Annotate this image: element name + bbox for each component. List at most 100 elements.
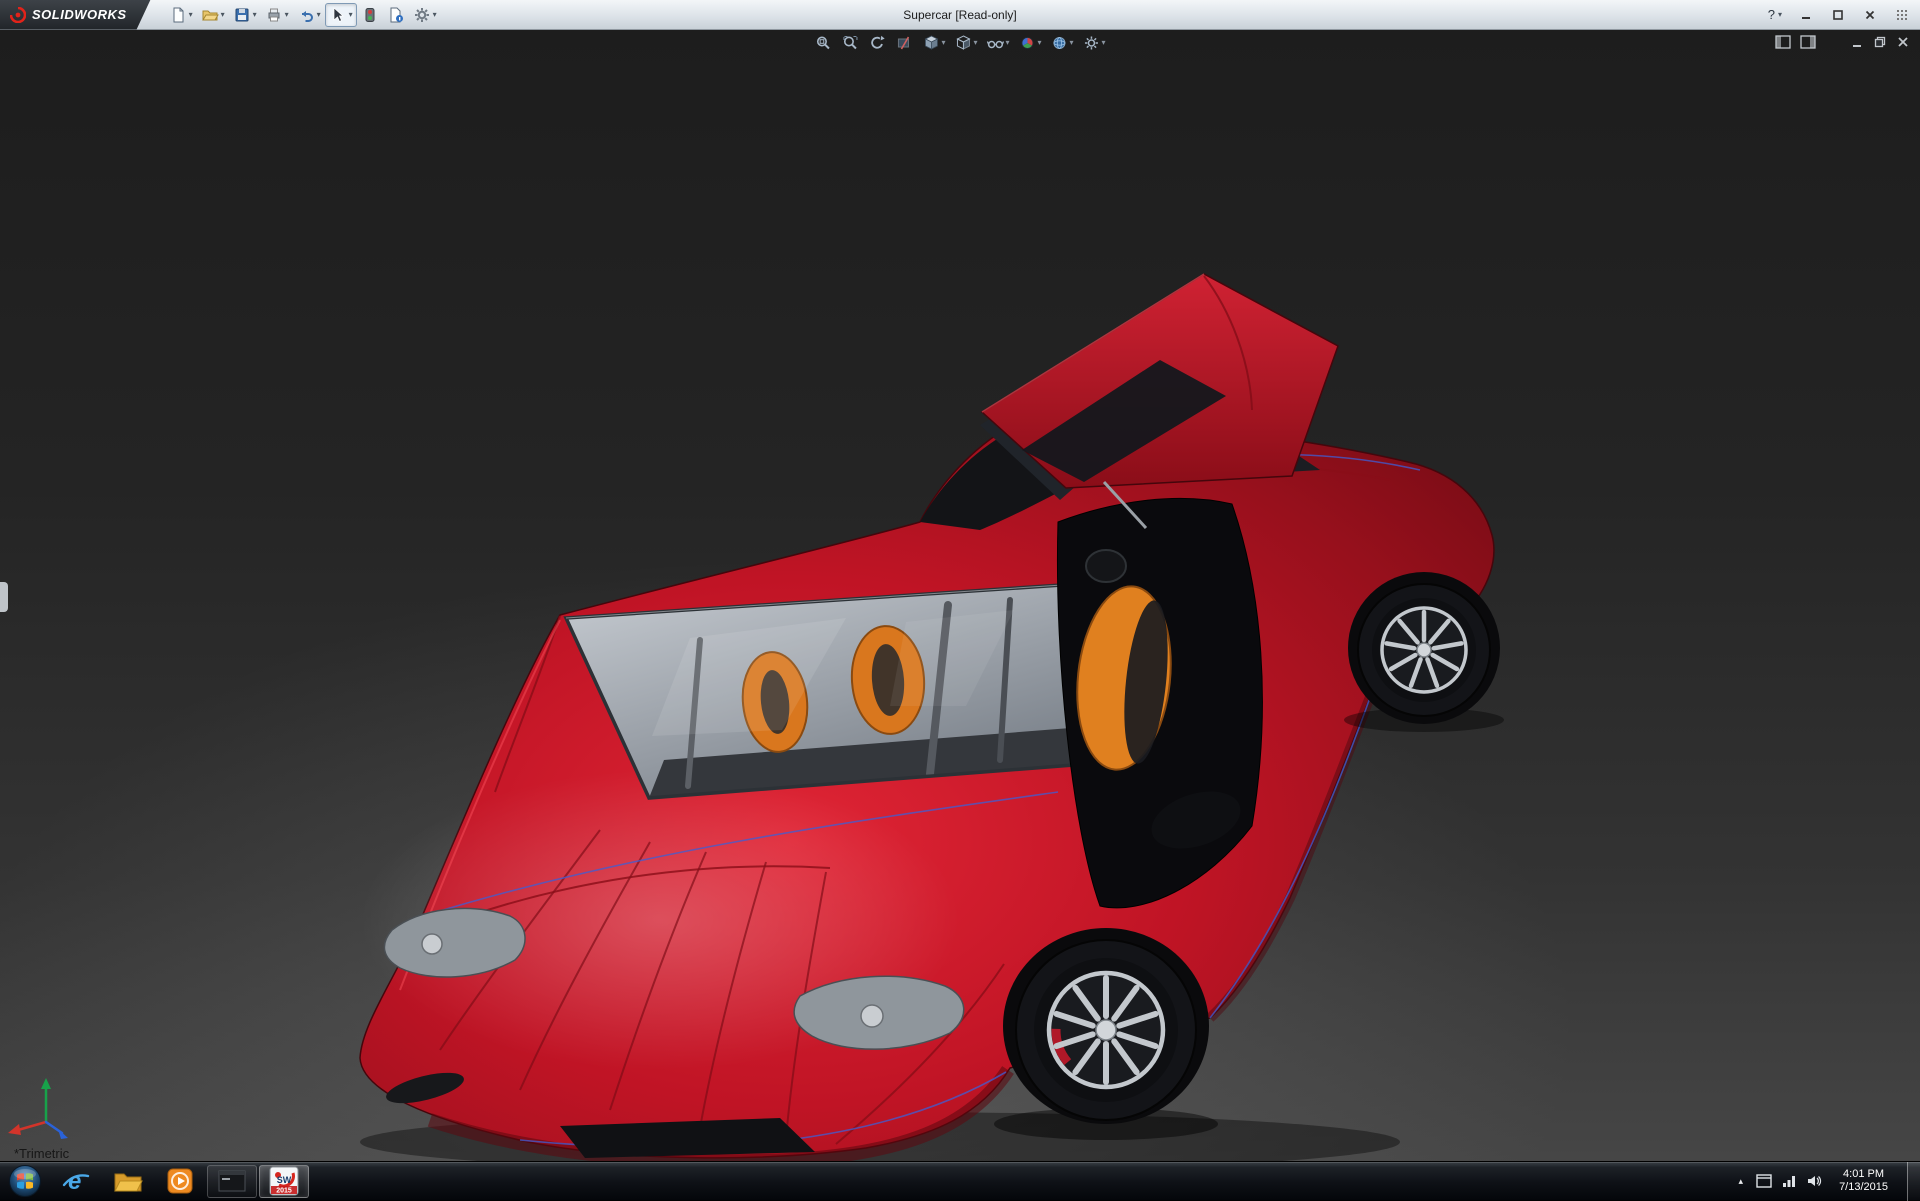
select-cursor-icon bbox=[333, 6, 344, 22]
folder-icon bbox=[114, 1173, 143, 1192]
previous-view-icon bbox=[871, 35, 885, 49]
new-file-icon bbox=[173, 7, 184, 22]
doc-minimize-icon bbox=[1853, 45, 1861, 47]
file-properties-icon bbox=[390, 7, 403, 22]
media-player-button[interactable] bbox=[155, 1165, 205, 1198]
svg-text:e: e bbox=[68, 1168, 81, 1195]
orientation-triad bbox=[8, 1078, 68, 1139]
dropdown-caret: ▾ bbox=[188, 9, 193, 19]
dropdown-caret: ▾ bbox=[284, 9, 289, 19]
system-tray: ▴ 4:01 PM 7/13/2015 bbox=[1735, 1161, 1920, 1201]
view-settings-button[interactable]: ▾ bbox=[1080, 32, 1109, 54]
pane-left-button[interactable] bbox=[1775, 35, 1791, 54]
display-style-button[interactable]: ▾ bbox=[951, 32, 980, 54]
dropdown-caret: ▾ bbox=[973, 38, 978, 47]
close-button[interactable] bbox=[1856, 5, 1884, 25]
options-button[interactable]: ▾ bbox=[409, 3, 441, 27]
network-icon bbox=[1783, 1176, 1796, 1187]
dropdown-caret: ▾ bbox=[1777, 9, 1782, 19]
doc-close-button[interactable] bbox=[1896, 35, 1910, 54]
close-icon bbox=[1865, 10, 1875, 19]
featuremanager-collapsed-tab[interactable] bbox=[0, 582, 8, 612]
windshield[interactable] bbox=[563, 583, 1115, 800]
open-file-button[interactable]: ▾ bbox=[197, 3, 229, 27]
zoom-area-icon bbox=[843, 36, 858, 50]
pane-left-icon bbox=[1775, 35, 1791, 49]
open-folder-icon bbox=[201, 10, 219, 20]
appearance-ball-icon bbox=[1021, 37, 1034, 49]
save-button[interactable]: ▾ bbox=[229, 3, 261, 27]
view-orientation-cube-icon bbox=[924, 35, 939, 50]
file-properties-button[interactable] bbox=[383, 3, 409, 27]
volume-button[interactable] bbox=[1806, 1174, 1822, 1188]
zoom-fit-icon bbox=[816, 36, 830, 50]
zoom-fit-button[interactable] bbox=[811, 32, 835, 54]
display-style-icon bbox=[956, 35, 971, 50]
rebuild-icon bbox=[365, 7, 375, 22]
main-toolbar: ▾ ▾ ▾ ▾ ▾ ▾ ▾ bbox=[165, 2, 441, 27]
hide-show-items-button[interactable]: ▾ bbox=[983, 32, 1012, 54]
solidworks-logo: SOLIDWORKS bbox=[0, 0, 151, 30]
solidworks-logo-icon bbox=[10, 7, 26, 23]
front-wheel[interactable] bbox=[1003, 928, 1209, 1124]
apply-scene-button[interactable]: ▾ bbox=[1048, 32, 1077, 54]
rebuild-button[interactable] bbox=[357, 3, 383, 27]
app-window-icon bbox=[218, 1170, 246, 1192]
rear-wheel[interactable] bbox=[1348, 572, 1500, 724]
clock-time: 4:01 PM bbox=[1843, 1168, 1885, 1180]
start-button[interactable] bbox=[0, 1162, 50, 1201]
previous-view-button[interactable] bbox=[865, 32, 889, 54]
help-button[interactable]: ? ▾ bbox=[1762, 7, 1788, 22]
door-opening[interactable] bbox=[1056, 497, 1263, 909]
taskbar-clock[interactable]: 4:01 PM 7/13/2015 bbox=[1831, 1168, 1896, 1194]
corner-grid-icon bbox=[1888, 5, 1916, 25]
dropdown-caret: ▾ bbox=[348, 9, 353, 19]
clock-date: 7/13/2015 bbox=[1839, 1181, 1888, 1193]
windows-start-orb-icon bbox=[9, 1165, 41, 1197]
select-button[interactable]: ▾ bbox=[324, 2, 357, 27]
solidworks-taskbar-button[interactable]: 2015 2015 SW bbox=[259, 1164, 309, 1198]
show-desktop-button[interactable] bbox=[1907, 1161, 1920, 1201]
undo-button[interactable]: ▾ bbox=[293, 3, 325, 27]
show-hidden-icons-button[interactable]: ▴ bbox=[1735, 1176, 1748, 1187]
internet-explorer-button[interactable]: e bbox=[51, 1165, 101, 1198]
scene-globe-icon bbox=[1053, 37, 1066, 49]
solidworks-logo-text: SOLIDWORKS bbox=[32, 7, 127, 22]
minimize-icon bbox=[1802, 16, 1810, 19]
running-app-button[interactable] bbox=[207, 1164, 257, 1198]
internet-explorer-icon: e bbox=[62, 1168, 90, 1195]
view-settings-icon bbox=[1085, 36, 1099, 50]
windows-explorer-button[interactable] bbox=[103, 1165, 153, 1198]
minimize-button[interactable] bbox=[1792, 5, 1820, 25]
maximize-icon bbox=[1833, 9, 1843, 20]
edit-appearance-button[interactable]: ▾ bbox=[1016, 32, 1045, 54]
view-orientation-button[interactable]: ▾ bbox=[919, 32, 948, 54]
doc-restore-button[interactable] bbox=[1873, 35, 1887, 54]
doc-minimize-button[interactable] bbox=[1850, 35, 1864, 54]
dropdown-caret: ▾ bbox=[1005, 38, 1010, 47]
network-button[interactable] bbox=[1781, 1174, 1797, 1188]
zoom-area-button[interactable] bbox=[838, 32, 862, 54]
print-icon bbox=[268, 8, 280, 21]
graphics-area[interactable]: ▾ ▾ ▾ ▾ ▾ ▾ *Trimetric bbox=[0, 30, 1920, 1161]
dropdown-caret: ▾ bbox=[316, 9, 321, 19]
new-file-button[interactable]: ▾ bbox=[165, 3, 197, 27]
dropdown-caret: ▾ bbox=[1037, 38, 1042, 47]
section-view-button[interactable] bbox=[892, 32, 916, 54]
dropdown-caret: ▾ bbox=[1101, 38, 1106, 47]
section-view-icon bbox=[897, 36, 910, 50]
gear-icon bbox=[414, 7, 429, 22]
doc-restore-icon bbox=[1874, 36, 1886, 48]
titlebar: SOLIDWORKS ▾ ▾ ▾ ▾ ▾ ▾ ▾ Supercar [Read-… bbox=[0, 0, 1920, 30]
print-button[interactable]: ▾ bbox=[261, 3, 293, 27]
tray-app-button[interactable] bbox=[1756, 1174, 1772, 1188]
speaker-icon bbox=[1808, 1176, 1822, 1186]
solidworks-2015-icon: 2015 2015 SW bbox=[269, 1166, 299, 1196]
pane-right-button[interactable] bbox=[1800, 35, 1816, 54]
supercar-3d-model[interactable] bbox=[0, 30, 1920, 1161]
dropdown-caret: ▾ bbox=[941, 38, 946, 47]
media-player-icon bbox=[167, 1168, 193, 1194]
window-title: Supercar [Read-only] bbox=[903, 8, 1017, 22]
dropdown-caret: ▾ bbox=[432, 9, 437, 19]
maximize-button[interactable] bbox=[1824, 5, 1852, 25]
